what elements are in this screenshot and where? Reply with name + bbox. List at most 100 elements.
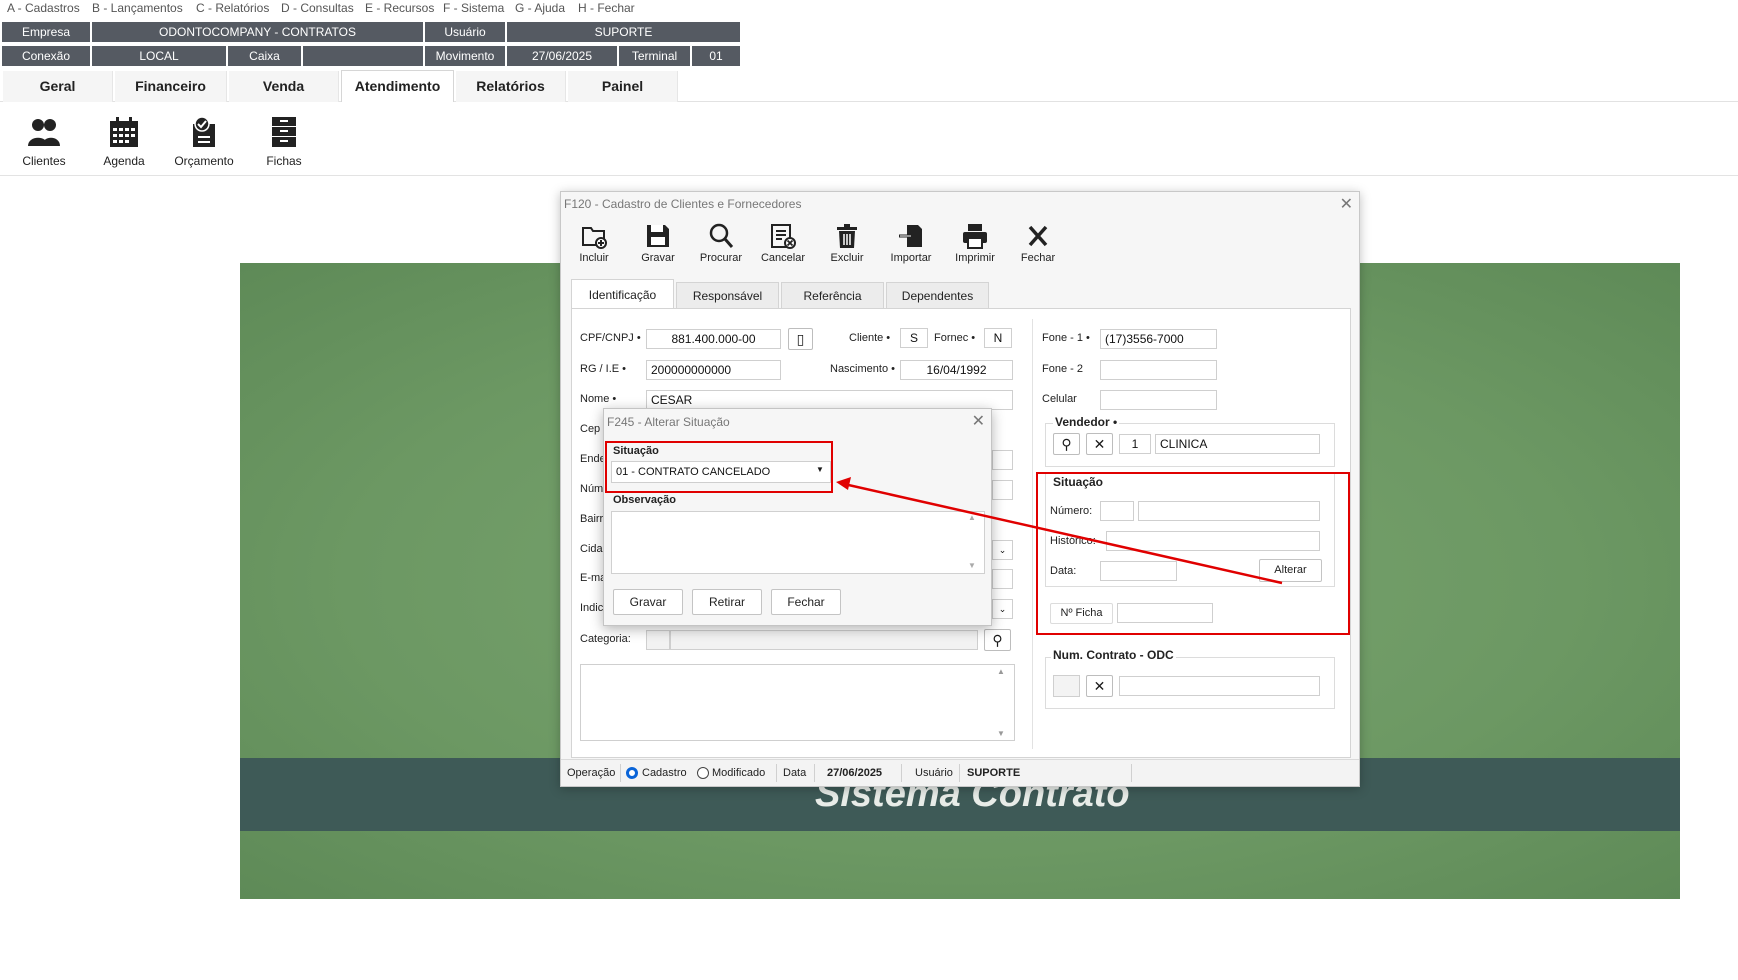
vendedor-clear-button[interactable]: ✕: [1086, 433, 1113, 455]
ribbon: Clientes Agenda Orçamento Fichas: [0, 102, 1738, 176]
menu-relatorios[interactable]: C - Relatórios: [196, 1, 269, 15]
printer-icon: [946, 222, 1004, 250]
import-icon: [882, 222, 940, 250]
contrato-clear-button[interactable]: ✕: [1086, 675, 1113, 697]
observacoes-textarea[interactable]: [580, 664, 1015, 741]
tab-responsavel[interactable]: Responsável: [676, 282, 779, 308]
excluir-button[interactable]: Excluir: [818, 222, 876, 264]
fone2-label: Fone - 2: [1042, 363, 1083, 375]
dialog-fechar-button[interactable]: Fechar: [771, 589, 841, 615]
tab-relatorios[interactable]: Relatórios: [456, 71, 566, 102]
fechar-button[interactable]: Fechar: [1009, 222, 1067, 264]
status-bar: Operação Cadastro Modificado Data 27/06/…: [561, 759, 1359, 786]
users-icon: [4, 116, 84, 148]
endereco-field[interactable]: [992, 450, 1013, 470]
tab-identificacao[interactable]: Identificação: [571, 279, 674, 309]
nascimento-field[interactable]: 16/04/1992: [900, 360, 1013, 380]
tab-painel[interactable]: Painel: [568, 71, 678, 102]
scroll-up-icon[interactable]: ▲: [968, 513, 976, 522]
email-field[interactable]: [992, 569, 1013, 589]
cadastro-label: Cadastro: [642, 767, 687, 779]
dialog-close-icon[interactable]: ✕: [972, 411, 985, 431]
contrato-title: Num. Contrato - ODC: [1051, 648, 1176, 662]
imprimir-label: Imprimir: [955, 252, 995, 264]
tab-atendimento[interactable]: Atendimento: [341, 70, 454, 102]
terminal-label: Terminal: [619, 46, 690, 66]
vendedor-code-field[interactable]: 1: [1119, 434, 1151, 454]
save-icon: [629, 222, 687, 250]
contrato-number-field[interactable]: [1119, 676, 1320, 696]
menu-recursos[interactable]: E - Recursos: [365, 1, 434, 15]
cpf-field[interactable]: 881.400.000-00: [646, 329, 781, 349]
numero-label: Núm: [580, 483, 604, 495]
tab-dependentes[interactable]: Dependentes: [886, 282, 989, 308]
indicacao-dropdown[interactable]: ⌄: [992, 599, 1013, 619]
dialog-retirar-button[interactable]: Retirar: [692, 589, 762, 615]
annotation-situacao-highlight: [605, 441, 833, 493]
vendedor-title: Vendedor •: [1053, 415, 1120, 429]
scroll-down-icon[interactable]: ▼: [997, 729, 1005, 738]
tab-referencia[interactable]: Referência: [781, 282, 884, 308]
cpf-label: CPF/CNPJ •: [580, 332, 641, 344]
menu-cadastros[interactable]: A - Cadastros: [7, 1, 80, 15]
ribbon-agenda-button[interactable]: Agenda: [84, 112, 164, 168]
indicacao-label: Indic: [580, 602, 604, 614]
empresa-label: Empresa: [2, 22, 90, 42]
window-title: F120 - Cadastro de Clientes e Fornecedor…: [564, 197, 802, 211]
card-button[interactable]: ▯: [788, 328, 813, 350]
incluir-button[interactable]: Incluir: [565, 222, 623, 264]
gravar-button[interactable]: Gravar: [629, 222, 687, 264]
modificado-radio[interactable]: [697, 767, 709, 779]
ribbon-orcamento-button[interactable]: Orçamento: [164, 112, 244, 168]
caixa-value: [303, 46, 423, 66]
menu-sistema[interactable]: F - Sistema: [443, 1, 504, 15]
menu-ajuda[interactable]: G - Ajuda: [515, 1, 565, 15]
procurar-button[interactable]: Procurar: [692, 222, 750, 264]
empresa-value: ODONTOCOMPANY - CONTRATOS: [92, 22, 423, 42]
fone2-field[interactable]: [1100, 360, 1217, 380]
cidade-dropdown[interactable]: ⌄: [992, 540, 1013, 560]
numero-field[interactable]: [992, 480, 1013, 500]
menu-lancamentos[interactable]: B - Lançamentos: [92, 1, 183, 15]
status-divider: [620, 764, 621, 782]
nascimento-label: Nascimento •: [830, 363, 895, 375]
scroll-down-icon[interactable]: ▼: [968, 561, 976, 570]
window-close-icon[interactable]: ✕: [1340, 194, 1353, 214]
categoria-search-button[interactable]: ⚲: [984, 629, 1011, 651]
ribbon-fichas-button[interactable]: Fichas: [244, 112, 324, 168]
tab-venda[interactable]: Venda: [229, 71, 339, 102]
vendedor-search-button[interactable]: ⚲: [1053, 433, 1080, 455]
calendar-icon: [84, 116, 164, 148]
tab-geral[interactable]: Geral: [3, 71, 113, 102]
nome-field[interactable]: CESAR: [646, 390, 1013, 410]
fone1-field[interactable]: (17)3556-7000: [1100, 329, 1217, 349]
rg-field[interactable]: 200000000000: [646, 360, 781, 380]
cliente-field[interactable]: S: [900, 328, 928, 348]
status-usuario-label: Usuário: [915, 767, 953, 779]
usuario-label: Usuário: [425, 22, 505, 42]
ribbon-orcamento-label: Orçamento: [174, 154, 234, 168]
dialog-observacao-textarea[interactable]: [611, 511, 985, 574]
imprimir-button[interactable]: Imprimir: [946, 222, 1004, 264]
dialog-title: F245 - Alterar Situação: [607, 415, 730, 429]
cancelar-button[interactable]: Cancelar: [754, 222, 812, 264]
contrato-code-field[interactable]: [1053, 675, 1080, 697]
budget-icon: [164, 116, 244, 148]
nome-label: Nome •: [580, 393, 617, 405]
dialog-gravar-button[interactable]: Gravar: [613, 589, 683, 615]
categoria-code-field[interactable]: [646, 630, 670, 650]
cadastro-radio[interactable]: [626, 767, 638, 779]
procurar-label: Procurar: [699, 252, 743, 264]
celular-field[interactable]: [1100, 390, 1217, 410]
tab-financeiro[interactable]: Financeiro: [115, 71, 227, 102]
importar-button[interactable]: Importar: [882, 222, 940, 264]
menu-fechar[interactable]: H - Fechar: [578, 1, 635, 15]
vendedor-name-field[interactable]: CLINICA: [1155, 434, 1320, 454]
ribbon-agenda-label: Agenda: [103, 154, 145, 168]
fornec-field[interactable]: N: [984, 328, 1012, 348]
categoria-name-field[interactable]: [670, 630, 978, 650]
ribbon-clientes-button[interactable]: Clientes: [4, 112, 84, 168]
menu-consultas[interactable]: D - Consultas: [281, 1, 354, 15]
scroll-up-icon[interactable]: ▲: [997, 667, 1005, 676]
usuario-value: SUPORTE: [507, 22, 740, 42]
